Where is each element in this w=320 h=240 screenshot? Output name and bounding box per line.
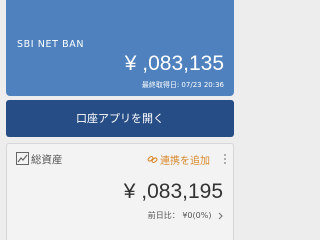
total-assets-title: 総資産 xyxy=(31,154,63,166)
last-updated: 最終取得日: 07/23 20:36 xyxy=(141,81,224,89)
chevron-right-icon[interactable] xyxy=(218,212,223,220)
add-link-button[interactable]: 連携を追加 xyxy=(147,152,210,167)
total-assets-card: 総資産 連携を追加 ¥ ,083,195 前日比： ¥0(0%) xyxy=(6,143,234,240)
day-change-label: 前日比： xyxy=(147,211,180,220)
account-balance: ¥ ,083,135 xyxy=(124,52,224,75)
link-icon xyxy=(147,155,158,163)
total-assets-amount: ¥ ,083,195 xyxy=(123,180,223,203)
day-change-value: ¥0(0%) xyxy=(182,211,212,220)
open-account-app-button[interactable]: 口座アプリを開く xyxy=(6,100,234,137)
day-change: 前日比： ¥0(0%) xyxy=(148,210,223,221)
line-chart-icon xyxy=(16,152,29,165)
add-link-label: 連携を追加 xyxy=(160,155,210,167)
bank-name: SBI NET BAN xyxy=(17,39,85,50)
account-card[interactable]: SBI NET BAN ¥ ,083,135 最終取得日: 07/23 20:3… xyxy=(6,0,234,96)
more-vertical-icon[interactable] xyxy=(221,152,229,166)
